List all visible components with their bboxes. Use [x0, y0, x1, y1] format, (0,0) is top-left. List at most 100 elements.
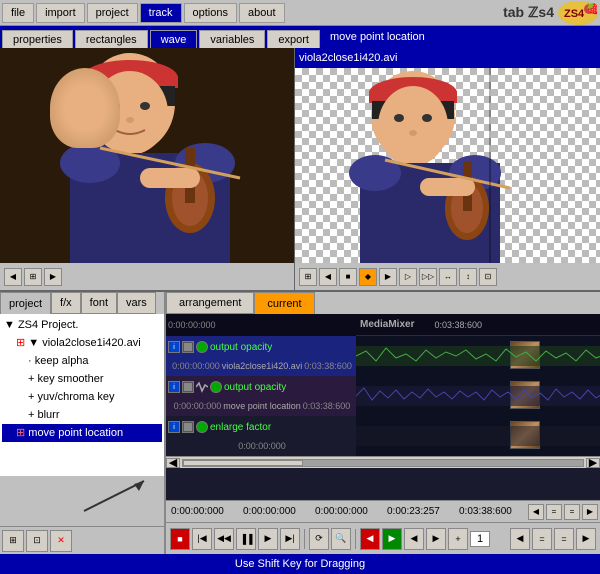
right-transport-buttons: ◀ = = ▶ — [510, 528, 596, 550]
prev-frame-btn[interactable]: ◀ — [4, 268, 22, 286]
row-icon-green3[interactable] — [196, 421, 208, 433]
right-ctrl-1[interactable]: ⊞ — [299, 268, 317, 286]
counter-display: 1 — [470, 531, 490, 547]
scrollbar-thumb[interactable] — [183, 460, 303, 466]
nav-next-btn[interactable]: ▶ — [582, 504, 598, 520]
tree-toolbar: ⊞ ⊡ ✕ — [0, 526, 164, 554]
mark-out-btn[interactable]: ▶ — [382, 528, 402, 550]
tree-btn-2[interactable]: ⊡ — [26, 530, 48, 552]
tree-tab-project[interactable]: project — [0, 292, 51, 314]
tab-current[interactable]: current — [254, 292, 314, 314]
sub-tab-wave[interactable]: wave — [150, 30, 198, 48]
pause-btn[interactable]: ▐▐ — [236, 528, 256, 550]
menu-import[interactable]: import — [36, 3, 85, 23]
play-btn[interactable]: ▶ — [258, 528, 278, 550]
menu-track[interactable]: track — [140, 3, 182, 23]
right-ctrl-2[interactable]: ▷ — [399, 268, 417, 286]
prev-track-btn[interactable]: ◀ — [510, 528, 530, 550]
status-bar: Use Shift Key for Dragging — [0, 554, 600, 574]
scroll-left-btn[interactable]: ◀ — [166, 458, 180, 468]
tree-tab-font[interactable]: font — [81, 292, 117, 314]
tree-bottom-area — [0, 476, 164, 526]
row-icon-v2[interactable] — [182, 381, 194, 393]
sub-tab-variables[interactable]: variables — [199, 30, 265, 48]
tree-tab-fx[interactable]: f/x — [51, 292, 81, 314]
go-to-out-btn[interactable]: ▶ — [426, 528, 446, 550]
right-ctrl-prev[interactable]: ◀ — [319, 268, 337, 286]
list-item[interactable]: ▼ ZS4 Project. — [2, 316, 162, 334]
timeline-content: 0:00:00:000 MediaMixer 0:03:38:600 i — [166, 314, 600, 500]
top-right: tab ℤs4 ZS4 🍓 — [503, 1, 598, 25]
mark-in-btn[interactable]: ◀ — [360, 528, 380, 550]
waveform-svg-2 — [356, 376, 600, 416]
zoom-btn[interactable]: 🔍 — [331, 528, 351, 550]
row-icon-green2[interactable] — [210, 381, 222, 393]
nav-prev-btn[interactable]: ◀ — [528, 504, 544, 520]
loop-btn[interactable]: ⟳ — [309, 528, 329, 550]
video-display-left — [0, 48, 294, 263]
row-icon-info[interactable]: i — [168, 341, 180, 353]
tree-btn-3[interactable]: ✕ — [50, 530, 72, 552]
scroll-right-btn[interactable]: ▶ — [586, 458, 600, 468]
right-ctrl-6[interactable]: ⊡ — [479, 268, 497, 286]
sub-tab-properties[interactable]: properties — [2, 30, 73, 48]
right-ctrl-stop[interactable]: ■ — [339, 268, 357, 286]
waveform-svg-3 — [356, 416, 600, 456]
menu-about[interactable]: about — [239, 3, 285, 23]
timeline-bottom-times: 0:00:00:000 0:00:00:000 0:00:00:000 0:00… — [166, 500, 600, 522]
sub-tab-export[interactable]: export — [267, 30, 320, 48]
rewind-btn[interactable]: ◀◀ — [214, 528, 234, 550]
sub-tabs-bar: properties rectangles wave variables exp… — [0, 26, 600, 48]
menu-options[interactable]: options — [184, 3, 237, 23]
row-icon-green[interactable] — [196, 341, 208, 353]
menu-project[interactable]: project — [87, 3, 138, 23]
list-item[interactable]: + blurr — [2, 406, 162, 424]
nav-eq1-btn[interactable]: = — [546, 504, 562, 520]
right-ctrl-play[interactable]: ▶ — [379, 268, 397, 286]
eq-btn2[interactable]: = — [554, 528, 574, 550]
nav-eq2-btn[interactable]: = — [564, 504, 580, 520]
skip-back-btn[interactable]: |◀ — [192, 528, 212, 550]
frame-indicator-btn[interactable]: ⊞ — [24, 268, 42, 286]
video-controls-right: ⊞ ◀ ■ ◆ ▶ ▷ ▷▷ ↔ ↕ ⊡ — [295, 263, 600, 290]
video-display-right — [295, 68, 600, 263]
row-icon-v[interactable] — [182, 341, 194, 353]
tree-tab-vars[interactable]: vars — [117, 292, 156, 314]
horizontal-scrollbar[interactable]: ◀ ▶ — [166, 456, 600, 468]
video-frame-left — [0, 48, 294, 263]
timeline-panel: arrangement current 0:00:00:000 MediaMix… — [166, 292, 600, 554]
skip-forward-btn[interactable]: ▶| — [280, 528, 300, 550]
record-btn[interactable]: ■ — [170, 528, 190, 550]
row-icon-v3[interactable] — [182, 421, 194, 433]
right-ctrl-4[interactable]: ↔ — [439, 268, 457, 286]
tree-tabs: project f/x font vars — [0, 292, 164, 314]
right-ctrl-3[interactable]: ▷▷ — [419, 268, 437, 286]
add-btn[interactable]: + — [448, 528, 468, 550]
tab-arrangement[interactable]: arrangement — [166, 292, 254, 314]
list-item[interactable]: ⊞ ▼ viola2close1i420.avi — [2, 334, 162, 352]
eq-btn1[interactable]: = — [532, 528, 552, 550]
list-item[interactable]: · keep alpha — [2, 352, 162, 370]
timeline-tabs: arrangement current — [166, 292, 600, 314]
next-frame-btn[interactable]: ▶ — [44, 268, 62, 286]
video-right-label: viola2close1i420.avi — [295, 48, 600, 68]
tab-indicator: tab ℤs4 — [503, 4, 554, 21]
sub-tab-rectangles[interactable]: rectangles — [75, 30, 148, 48]
list-item[interactable]: + key smoother — [2, 370, 162, 388]
scrollbar-track[interactable] — [182, 459, 584, 467]
main-video-area: ◀ ⊞ ▶ viola2close1i420.avi — [0, 48, 600, 290]
right-ctrl-yellow[interactable]: ◆ — [359, 268, 377, 286]
row-icon-info3[interactable]: i — [168, 421, 180, 433]
go-to-in-btn[interactable]: ◀ — [404, 528, 424, 550]
list-item-selected[interactable]: ⊞ move point location — [2, 424, 162, 442]
right-ctrl-5[interactable]: ↕ — [459, 268, 477, 286]
next-track-btn[interactable]: ▶ — [576, 528, 596, 550]
list-item[interactable]: + yuv/chroma key — [2, 388, 162, 406]
menu-bar: file import project track options about … — [0, 0, 600, 26]
right-nav-buttons: ◀ = = ▶ — [528, 504, 598, 520]
menu-file[interactable]: file — [2, 3, 34, 23]
video-controls-left: ◀ ⊞ ▶ — [0, 263, 294, 290]
video-right-panel: viola2close1i420.avi — [295, 48, 600, 290]
row-icon-info2[interactable]: i — [168, 381, 180, 393]
tree-btn-1[interactable]: ⊞ — [2, 530, 24, 552]
